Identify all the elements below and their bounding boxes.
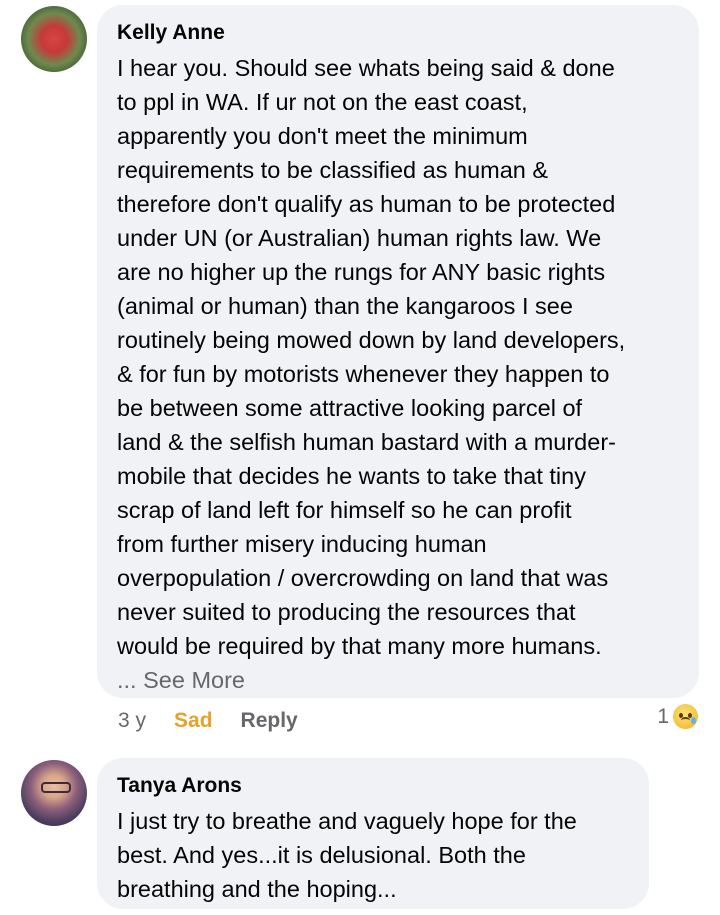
reply-button[interactable]: Reply	[241, 709, 298, 733]
avatar[interactable]	[21, 760, 87, 826]
comment-bubble: Tanya Arons I just try to breathe and va…	[97, 758, 649, 909]
comment-text: I just try to breathe and vaguely hope f…	[117, 808, 577, 902]
comment-timestamp[interactable]: 3 y	[118, 709, 146, 733]
comment-bubble: Kelly Anne I hear you. Should see whats …	[97, 5, 699, 698]
avatar[interactable]	[21, 6, 87, 72]
comment-author[interactable]: Tanya Arons	[117, 772, 629, 800]
reaction-count: 1	[657, 704, 669, 728]
comment-text: I hear you. Should see whats being said …	[117, 55, 626, 659]
sad-emoji-icon	[673, 704, 698, 729]
see-more-link[interactable]: ... See More	[117, 663, 679, 697]
comment-author[interactable]: Kelly Anne	[117, 19, 679, 47]
sad-reaction-button[interactable]: Sad	[174, 709, 213, 733]
reaction-summary[interactable]: 1	[657, 704, 698, 729]
comment-actions: 3 y Sad Reply	[118, 706, 298, 736]
